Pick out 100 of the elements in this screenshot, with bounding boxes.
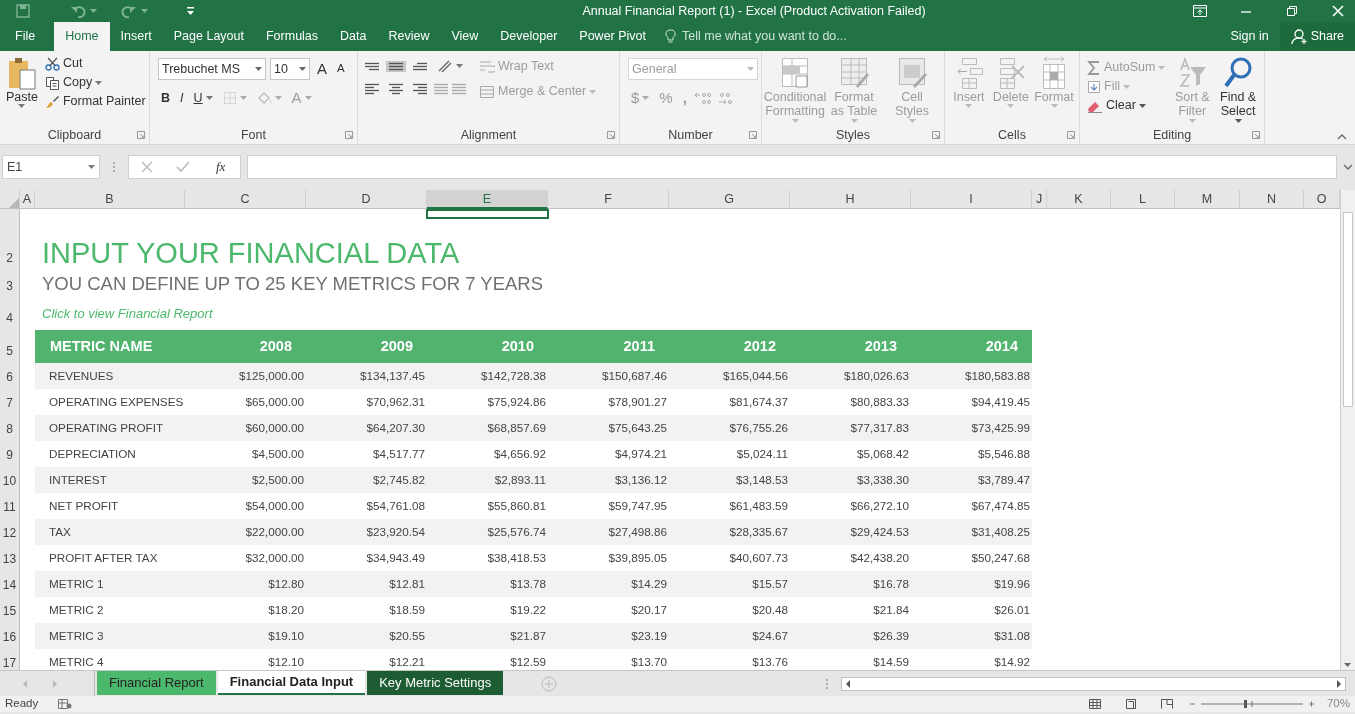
- row-header[interactable]: 14: [0, 571, 20, 597]
- next-sheet-icon[interactable]: [52, 679, 58, 688]
- row-header[interactable]: 5: [0, 330, 20, 363]
- save-icon[interactable]: [16, 4, 30, 18]
- row-header[interactable]: [0, 209, 20, 219]
- undo-icon[interactable]: [70, 4, 86, 18]
- row-header[interactable]: 4: [0, 297, 20, 330]
- font-name-dropdown[interactable]: Trebuchet MS: [158, 58, 266, 80]
- row-header[interactable]: 9: [0, 441, 20, 467]
- close-icon[interactable]: [1331, 5, 1345, 17]
- vertical-scrollbar[interactable]: [1340, 190, 1355, 670]
- grow-font-button[interactable]: A: [314, 59, 330, 79]
- insert-function-button[interactable]: fx: [213, 158, 229, 176]
- launcher-icon[interactable]: [345, 131, 353, 139]
- row-header[interactable]: 16: [0, 623, 20, 649]
- launcher-icon[interactable]: [1067, 131, 1075, 139]
- menu-tab[interactable]: Developer: [489, 22, 569, 51]
- macro-record-icon[interactable]: [58, 699, 73, 709]
- ribbon-button[interactable]: Find & Select: [1216, 54, 1260, 126]
- column-header[interactable]: B: [35, 190, 185, 209]
- name-box[interactable]: E1: [2, 155, 100, 179]
- sheet-tab[interactable]: Financial Data Input: [217, 671, 366, 695]
- horizontal-align-button[interactable]: [386, 82, 406, 96]
- column-header[interactable]: E: [427, 190, 548, 209]
- row-header[interactable]: 12: [0, 519, 20, 545]
- launcher-icon[interactable]: [1252, 131, 1260, 139]
- previous-sheet-icon[interactable]: [22, 679, 28, 688]
- vertical-align-button[interactable]: [386, 60, 406, 72]
- italic-button[interactable]: I: [177, 89, 187, 107]
- column-header[interactable]: F: [548, 190, 669, 209]
- collapse-ribbon-icon[interactable]: [1337, 134, 1347, 140]
- formula-input[interactable]: [247, 155, 1337, 179]
- row-header[interactable]: 13: [0, 545, 20, 571]
- menu-tab[interactable]: Power Pivot: [568, 22, 658, 51]
- underline-button[interactable]: U: [190, 89, 216, 107]
- row-header[interactable]: 2: [0, 219, 20, 270]
- menu-tab[interactable]: Page Layout: [162, 22, 255, 51]
- row-header[interactable]: 10: [0, 467, 20, 493]
- shrink-font-button[interactable]: A: [334, 61, 348, 77]
- check-icon[interactable]: [175, 161, 190, 173]
- row-header[interactable]: 11: [0, 493, 20, 519]
- row-header[interactable]: 8: [0, 415, 20, 441]
- horizontal-align-button[interactable]: [362, 82, 382, 96]
- column-header[interactable]: H: [790, 190, 911, 209]
- column-header[interactable]: N: [1240, 190, 1304, 209]
- column-header[interactable]: K: [1047, 190, 1111, 209]
- row-header[interactable]: 17: [0, 649, 20, 670]
- menu-tab[interactable]: Review: [377, 22, 441, 51]
- sheet-tab[interactable]: Key Metric Settings: [367, 671, 504, 695]
- customize-icon[interactable]: [186, 6, 195, 16]
- column-header[interactable]: G: [669, 190, 790, 209]
- vertical-align-button[interactable]: [362, 60, 382, 72]
- bold-button[interactable]: B: [158, 89, 174, 107]
- clear-button[interactable]: Clear: [1084, 96, 1169, 115]
- copy-button[interactable]: Copy: [41, 73, 149, 92]
- increase-indent-icon[interactable]: [452, 83, 466, 95]
- menu-tab[interactable]: View: [440, 22, 490, 51]
- sign-in-link[interactable]: Sign in: [1219, 22, 1280, 51]
- menu-tab[interactable]: Data: [329, 22, 378, 51]
- row-header[interactable]: 6: [0, 363, 20, 389]
- restore-icon[interactable]: [1285, 5, 1299, 17]
- font-size-dropdown[interactable]: 10: [270, 58, 310, 80]
- expand-icon[interactable]: [1343, 164, 1353, 170]
- normal-view-icon[interactable]: [1088, 699, 1101, 709]
- cut-button[interactable]: Cut: [41, 54, 149, 73]
- column-header[interactable]: D: [306, 190, 427, 209]
- page-break-icon[interactable]: [1160, 699, 1173, 709]
- launcher-icon[interactable]: [749, 131, 757, 139]
- horizontal-align-button[interactable]: [410, 82, 430, 96]
- launcher-icon[interactable]: [932, 131, 940, 139]
- add-sheet-icon[interactable]: [541, 675, 558, 692]
- cancel-icon[interactable]: [140, 161, 153, 173]
- zoom-slider-drawing[interactable]: [1188, 699, 1315, 709]
- row-header[interactable]: 7: [0, 389, 20, 415]
- format-painter-button[interactable]: Format Painter: [41, 92, 149, 111]
- column-header[interactable]: A: [20, 190, 35, 209]
- page-layout-icon[interactable]: [1124, 699, 1137, 709]
- launcher-icon[interactable]: [607, 131, 615, 139]
- ribbon-display-icon[interactable]: [1193, 5, 1207, 17]
- column-header[interactable]: O: [1304, 190, 1340, 209]
- column-header[interactable]: J: [1032, 190, 1047, 209]
- launcher-icon[interactable]: [137, 131, 145, 139]
- column-header[interactable]: L: [1111, 190, 1175, 209]
- decrease-indent-icon[interactable]: [434, 83, 448, 95]
- redo-icon[interactable]: [121, 4, 137, 18]
- vertical-align-button[interactable]: [410, 60, 430, 72]
- menu-tab[interactable]: File: [4, 22, 47, 51]
- paste-button[interactable]: Paste: [4, 54, 40, 126]
- menu-tab[interactable]: Insert: [109, 22, 163, 51]
- row-header[interactable]: 3: [0, 270, 20, 298]
- sheet-tab[interactable]: Financial Report: [97, 671, 216, 695]
- increase-decimal-icon[interactable]: [693, 91, 712, 105]
- horizontal-scrollbar[interactable]: [841, 676, 1346, 691]
- menu-tab[interactable]: Formulas: [254, 22, 330, 51]
- column-header[interactable]: M: [1175, 190, 1240, 209]
- search-field[interactable]: Tell me what you want to do...: [680, 26, 881, 47]
- menu-tab[interactable]: Home: [54, 22, 110, 51]
- column-header[interactable]: C: [185, 190, 306, 209]
- share-button[interactable]: Share: [1279, 22, 1355, 51]
- row-header[interactable]: 15: [0, 597, 20, 623]
